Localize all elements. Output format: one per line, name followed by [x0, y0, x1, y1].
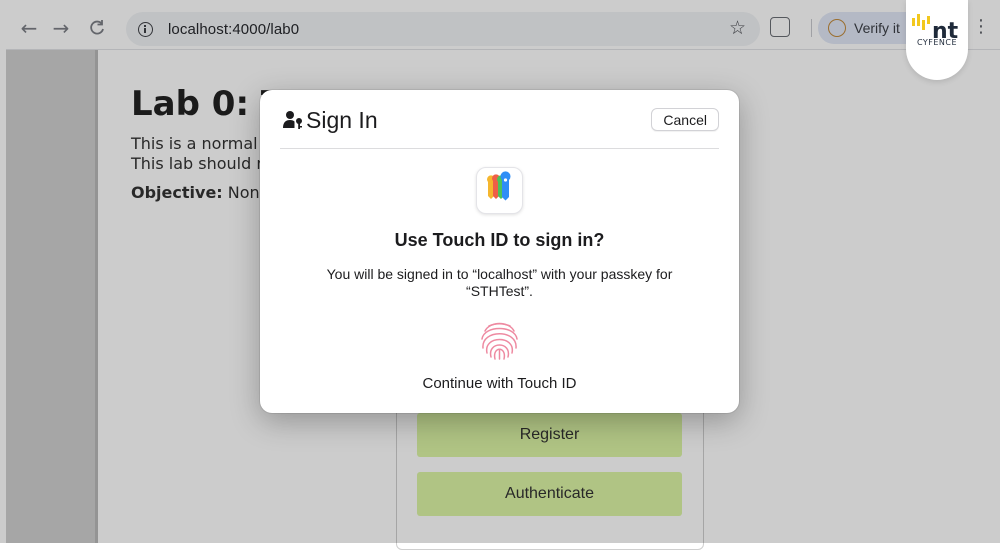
passkeys-app-icon [476, 167, 523, 214]
cyfence-logo: nt CYFENCE [906, 0, 968, 80]
continue-touch-id-label[interactable]: Continue with Touch ID [260, 375, 739, 392]
fingerprint-icon[interactable] [475, 315, 524, 364]
dialog-body: You will be signed in to “localhost” wit… [326, 266, 673, 299]
dialog-divider [280, 148, 719, 149]
cancel-button[interactable]: Cancel [651, 108, 719, 131]
person-key-icon [283, 111, 302, 129]
sign-in-dialog: Sign In Cancel Use Touch ID to sign in? … [260, 90, 739, 413]
dialog-heading: Use Touch ID to sign in? [394, 230, 605, 250]
cyfence-wordmark: CYFENCE [916, 38, 958, 47]
dialog-title: Sign In [306, 107, 378, 133]
